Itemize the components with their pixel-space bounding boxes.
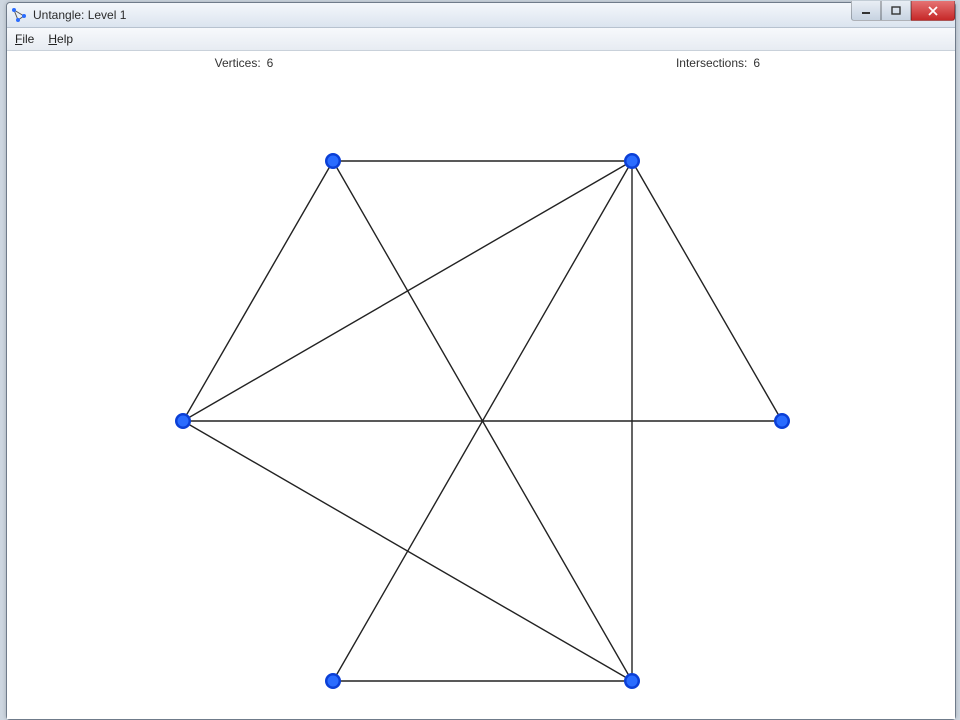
app-window: Untangle: Level 1 File Help <box>6 2 956 720</box>
minimize-button[interactable] <box>851 1 881 21</box>
stats-vertices: Vertices: 6 <box>7 56 481 70</box>
graph-vertex[interactable] <box>325 153 341 169</box>
intersections-value: 6 <box>753 56 760 70</box>
graph-vertex[interactable] <box>325 673 341 689</box>
window-controls <box>851 1 955 21</box>
intersections-label: Intersections: <box>676 56 747 70</box>
graph-canvas[interactable] <box>7 75 955 719</box>
titlebar[interactable]: Untangle: Level 1 <box>7 3 955 28</box>
stats-bar: Vertices: 6 Intersections: 6 <box>7 51 955 75</box>
graph-edge <box>183 421 632 681</box>
graph-edge <box>183 161 632 421</box>
minimize-icon <box>861 6 871 16</box>
graph-vertex[interactable] <box>175 413 191 429</box>
graph-vertex[interactable] <box>624 153 640 169</box>
maximize-button[interactable] <box>881 1 911 21</box>
stats-intersections: Intersections: 6 <box>481 56 955 70</box>
menu-file[interactable]: File <box>15 32 34 46</box>
window-title: Untangle: Level 1 <box>33 8 126 22</box>
vertices-label: Vertices: <box>215 56 261 70</box>
graph-edge <box>183 161 333 421</box>
graph-vertex[interactable] <box>774 413 790 429</box>
menubar: File Help <box>7 28 955 51</box>
close-icon <box>927 6 939 16</box>
app-icon <box>11 7 27 23</box>
close-button[interactable] <box>911 1 955 21</box>
vertices-value: 6 <box>267 56 274 70</box>
graph-svg <box>7 75 955 719</box>
graph-edge <box>632 161 782 421</box>
maximize-icon <box>891 6 901 16</box>
menu-help[interactable]: Help <box>48 32 73 46</box>
graph-vertex[interactable] <box>624 673 640 689</box>
